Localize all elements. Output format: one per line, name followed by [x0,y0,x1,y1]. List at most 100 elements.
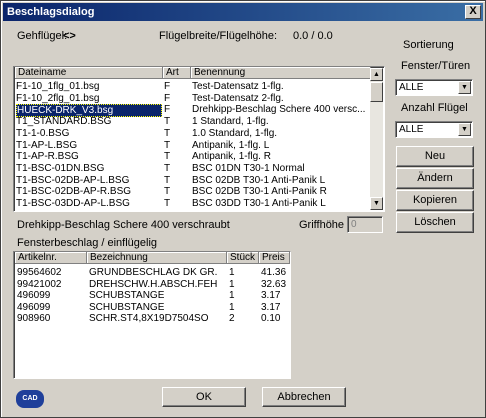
chevron-down-icon[interactable]: ▼ [458,123,471,136]
file-list-cell: T1-BSC-02DB-AP-R.BSG [16,186,132,198]
article-list-cell: DREHSCHW.H.ABSCH.FEH [89,278,218,290]
file-list[interactable]: Dateiname Art Benennung F1-10_1flg_01.bs… [13,66,385,212]
article-list-cell: 1 [229,301,235,313]
file-list-row[interactable]: T1-AP-R.BSG T Antipanik, 1-flg. R [14,151,384,162]
article-list-cell: GRUNDBESCHLAG DK GR. [89,267,218,278]
article-list-cell: 2 [229,313,235,324]
article-list-cell: 908960 [17,313,51,324]
file-list-scrollbar[interactable]: ▲ ▼ [370,68,383,210]
file-list-cell: T [164,151,171,163]
column-header-dateiname[interactable]: Dateiname [15,67,163,79]
dimensions-label: Flügelbreite/Flügelhöhe: [159,30,278,42]
file-list-cell: 1.0 Standard, 1-flg. [192,127,278,139]
article-list-row[interactable]: 99421002 DREHSCHW.H.ABSCH.FEH 1 32.63 [14,279,290,290]
column-header-preis[interactable]: Preis [259,252,290,264]
scroll-down-icon[interactable]: ▼ [370,197,383,210]
column-header-label: Preis [262,252,285,263]
fenster-tueren-value: ALLE [399,82,424,93]
title-bar: Beschlagsdialog X [3,3,483,21]
file-list-cell: T [164,139,171,151]
file-list-cell: BSC 03DD T30-1 Anti-Panik L [192,198,326,209]
abbrechen-button[interactable]: Abbrechen [262,387,346,407]
column-header-label: Stück [230,252,256,263]
column-header-label: Bezeichnung [90,252,148,263]
kopieren-button[interactable]: Kopieren [396,190,474,211]
file-list-row[interactable]: HUECK-DRK_V3.bsg F Drehkipp-Beschlag Scher… [14,104,384,118]
file-list-cell: T1-BSC-02DB-AP-L.BSG [16,174,130,186]
chevron-down-icon[interactable]: ▼ [458,81,471,94]
file-list-cell: Antipanik, 1-flg. R [192,151,271,163]
aendern-button[interactable]: Ändern [396,168,474,189]
file-list-row[interactable]: T1-BSC-03DD-AP-L.BSG T BSC 03DD T30-1 Anti… [14,198,384,209]
article-list-row[interactable]: 99564602 GRUNDBESCHLAG DK GR. 1 41.36 [14,267,290,278]
article-list-row[interactable]: 908960 SCHR.ST4,8X19D7504SO 2 0.10 [14,313,290,324]
file-list-cell: Test-Datensatz 1-flg. [192,81,284,92]
loeschen-button[interactable]: Löschen [396,212,474,233]
file-list-cell: T [164,127,171,139]
article-list-cell: 99564602 [17,267,62,278]
article-list-cell: 32.63 [261,278,287,290]
article-list-row[interactable]: 496099 SCHUBSTANGE 1 3.17 [14,302,290,313]
anzahl-fluegel-label: Anzahl Flügel [401,102,468,114]
grifhoehe-label: Griffhöhe [299,219,345,231]
file-list-cell: F [164,81,171,92]
file-list-cell: T1-BSC-01DN.BSG [16,162,105,174]
file-list-cell: T1_STANDARD.BSG [16,116,112,128]
column-header-artikelnr[interactable]: Artikelnr. [15,252,87,264]
file-list-cell: Antipanik, 1-flg. L [192,139,270,151]
file-list-cell: T [164,186,171,198]
file-list-row[interactable]: F1-10_1flg_01.bsg F Test-Datensatz 1-flg. [14,81,384,92]
ok-button[interactable]: OK [162,387,246,407]
article-list-cell: SCHUBSTANGE [89,290,165,301]
scroll-thumb[interactable] [370,82,383,102]
file-list-row[interactable]: T1-AP-L.BSG T Antipanik, 1-flg. L [14,140,384,151]
file-list-row[interactable]: T1-1-0.BSG T 1.0 Standard, 1-flg. [14,128,384,139]
dimensions-value: 0.0 / 0.0 [293,30,333,42]
smcad-logo: CAD [16,390,44,408]
file-list-cell: T1-AP-R.BSG [16,151,79,163]
column-header-benennung[interactable]: Benennung [191,67,371,79]
article-list-row[interactable]: 496099 SCHUBSTANGE 1 3.17 [14,290,290,301]
file-list-cell: 1 Standard, 1-flg. [192,116,269,128]
file-list-cell: F1-10_2flg_01.bsg [16,92,100,104]
file-list-row[interactable]: T1_STANDARD.BSG T 1 Standard, 1-flg. [14,116,384,127]
column-header-label: Art [166,67,179,78]
column-header-art[interactable]: Art [163,67,191,79]
file-list-cell: F [164,104,171,116]
article-list-cell: 3.17 [261,301,281,313]
window-title: Beschlagsdialog [7,6,95,18]
file-list-row[interactable]: F1-10_2flg_01.bsg F Test-Datensatz 2-flg. [14,93,384,104]
file-list-cell: BSC 02DB T30-1 Anti-Panik R [192,186,327,198]
fenster-tueren-select[interactable]: ALLE ▼ [395,79,473,96]
beschlagsdialog-window: Beschlagsdialog X Gehflügel: <> Flügelbr… [0,0,486,418]
article-list-cell: 3.17 [261,290,281,301]
file-list-row[interactable]: T1-BSC-02DB-AP-L.BSG T BSC 02DB T30-1 Anti… [14,175,384,186]
file-list-cell: T [164,198,171,209]
column-header-stueck[interactable]: Stück [227,252,259,264]
file-list-row[interactable]: T1-BSC-02DB-AP-R.BSG T BSC 02DB T30-1 Anti… [14,186,384,197]
file-list-cell: T [164,174,171,186]
file-list-row[interactable]: T1-BSC-01DN.BSG T BSC 01DN T30-1 Normal [14,163,384,174]
gehfluegel-label: Gehflügel: [17,30,68,42]
file-list-cell: T1-1-0.BSG [16,127,70,139]
gehfluegel-value: <> [63,30,76,42]
file-list-cell: T [164,116,171,128]
article-list-cell: SCHR.ST4,8X19D7504SO [89,313,209,324]
file-list-cell: BSC 02DB T30-1 Anti-Panik L [192,174,326,186]
column-header-bezeichnung[interactable]: Bezeichnung [87,252,227,264]
grifhoehe-field[interactable]: 0 [347,216,383,233]
anzahl-fluegel-select[interactable]: ALLE ▼ [395,121,473,138]
article-list-cell: 1 [229,290,235,301]
column-header-label: Dateiname [18,67,67,78]
column-header-label: Artikelnr. [18,252,57,263]
article-list-cell: 496099 [17,301,51,313]
column-header-label: Benennung [194,67,246,78]
logo-text: CAD [22,395,38,402]
anzahl-fluegel-value: ALLE [399,124,424,135]
neu-button[interactable]: Neu [396,146,474,167]
file-list-cell: Drehkipp-Beschlag Schere 400 versc... [192,104,366,116]
close-button[interactable]: X [465,5,481,19]
article-list[interactable]: Artikelnr. Bezeichnung Stück Preis 99564… [13,251,291,379]
article-list-cell: 99421002 [17,278,62,290]
scroll-up-icon[interactable]: ▲ [370,68,383,81]
